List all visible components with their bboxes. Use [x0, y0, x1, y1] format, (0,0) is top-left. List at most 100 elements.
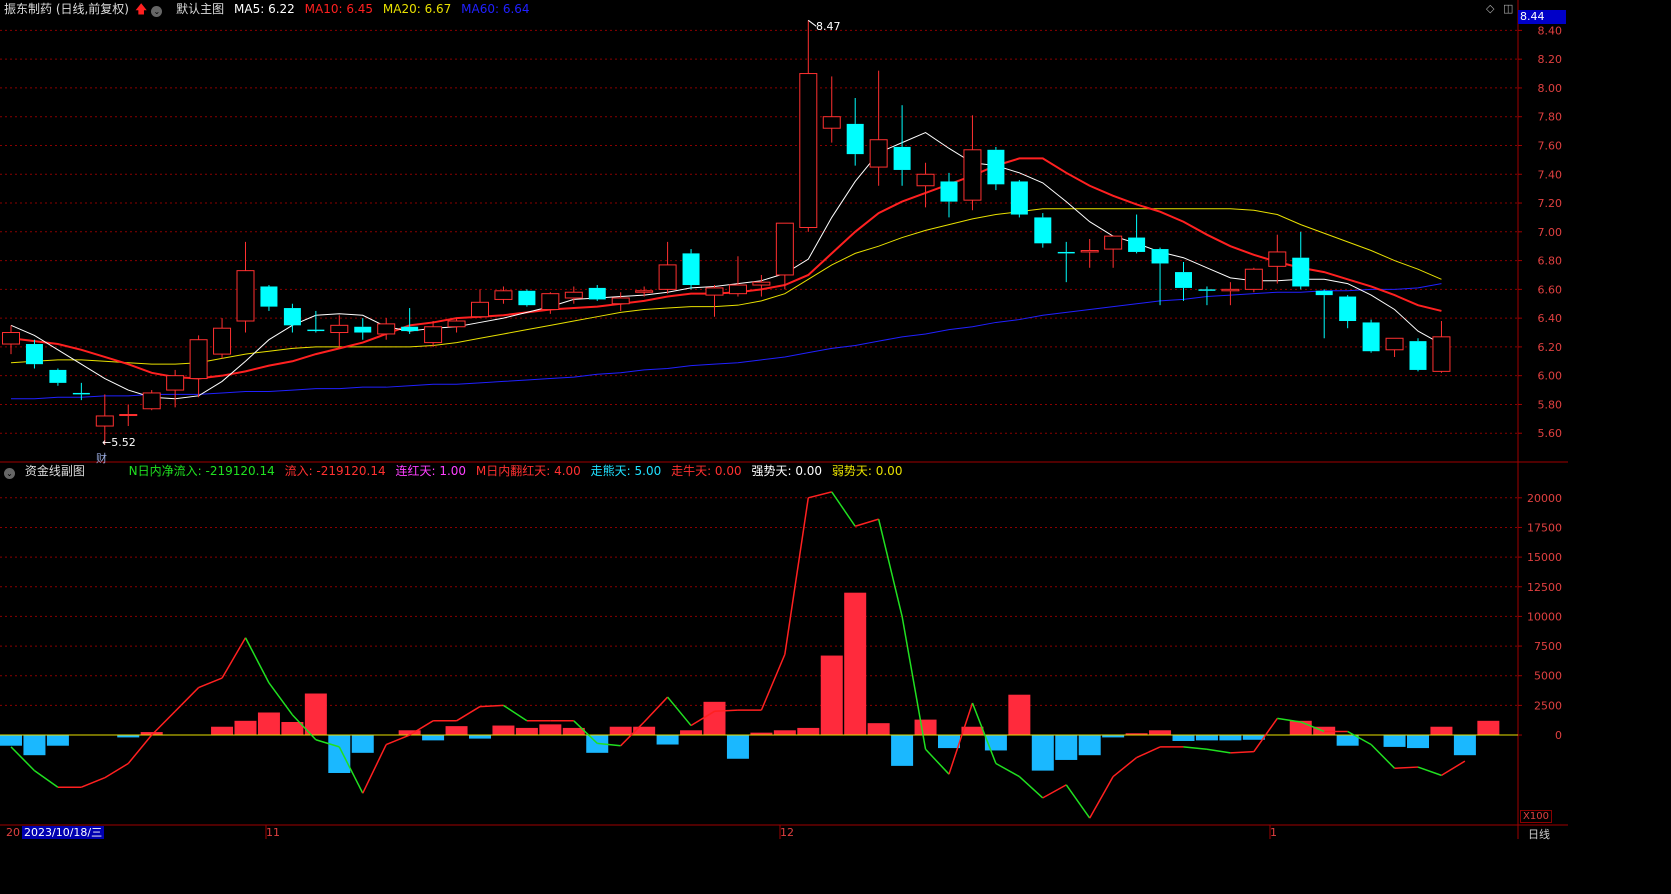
candle-body-up — [1432, 336, 1451, 372]
candle-body-up — [494, 290, 513, 300]
candle-body-up — [236, 270, 255, 322]
y-tick-label: 12500 — [1527, 581, 1562, 594]
candle-body-down — [1128, 237, 1146, 252]
outflow-bar — [351, 735, 374, 753]
y-tick-label: 15000 — [1527, 551, 1562, 564]
candle-body-down — [260, 286, 278, 307]
y-tick-label: 7.60 — [1538, 139, 1563, 152]
main-chart-label[interactable]: 默认主图 — [176, 2, 224, 16]
candle-body-down — [1198, 289, 1216, 291]
flow-line-segment — [760, 654, 786, 711]
flow-line-segment — [127, 734, 153, 764]
inflow-bar — [914, 719, 937, 736]
inflow-bar — [234, 720, 257, 736]
candle-body-down — [72, 392, 90, 395]
outflow-bar — [1383, 735, 1406, 747]
weak-days-label: 弱势天: 0.00 — [831, 464, 903, 478]
y-tick-label: 5000 — [1534, 670, 1562, 683]
outflow-bar — [1172, 735, 1195, 741]
candle-body-down — [1362, 322, 1380, 352]
bear-days-label: 走熊天: 5.00 — [590, 464, 662, 478]
candle-body-up — [377, 323, 396, 335]
outflow-bar — [0, 735, 22, 746]
y-tick-label: 8.40 — [1538, 24, 1563, 37]
period-label[interactable]: 日线 — [1528, 826, 1550, 842]
turn-red-days-label: M日内翻红天: 4.00 — [475, 464, 581, 478]
y-tick-label: 2500 — [1534, 699, 1562, 712]
flow-line-segment — [81, 777, 106, 788]
outflow-bar — [1219, 735, 1242, 741]
outflow-bar — [469, 735, 491, 739]
red-days-label: 连红天: 1.00 — [395, 464, 467, 478]
outflow-bar — [1195, 735, 1218, 741]
inflow-bar — [492, 725, 515, 736]
flow-line-segment — [1136, 746, 1161, 759]
inflow-bar — [1289, 720, 1312, 736]
flow-line-segment — [174, 687, 200, 712]
y-tick-label: 7.20 — [1538, 197, 1563, 210]
flow-line-segment — [409, 720, 434, 736]
outflow-bar — [1407, 735, 1429, 749]
candle-body-up — [2, 332, 20, 345]
candle-body-down — [588, 287, 606, 300]
flow-line-segment — [1277, 717, 1301, 723]
candle-body-down — [307, 329, 325, 332]
ma60-label: MA60: 6.64 — [461, 2, 530, 16]
outflow-bar — [656, 735, 679, 745]
inflow-bar — [1149, 730, 1172, 736]
dropdown-circle-icon[interactable]: ⌄ — [151, 6, 163, 17]
inflow-bar — [773, 730, 796, 736]
flow-line-segment — [1065, 784, 1091, 819]
flow-line-segment — [901, 616, 927, 750]
y-tick-label: 17500 — [1527, 521, 1562, 534]
candle-body-up — [822, 116, 841, 129]
current-price-tag: 8.44 — [1518, 10, 1566, 24]
y-tick-label: 5.60 — [1538, 427, 1563, 440]
y-tick-label: 5.80 — [1538, 398, 1563, 411]
flow-line-segment — [456, 705, 481, 722]
candle-body-up — [564, 291, 583, 299]
flow-line-segment — [1018, 775, 1044, 799]
candle-body-down — [49, 369, 67, 383]
candle-body-up — [916, 173, 935, 187]
outflow-bar — [1055, 735, 1078, 760]
inflow-bar — [680, 730, 703, 736]
flow-line-segment — [1183, 746, 1208, 751]
y-tick-label: 8.20 — [1538, 53, 1563, 66]
y-tick-label: 7.80 — [1538, 111, 1563, 124]
inflow-bar — [1477, 720, 1500, 736]
flow-line-segment — [1112, 756, 1138, 778]
sub-chart-header: ⌄ 资金线副图 N日内净流入: -219120.14 流入: -219120.1… — [4, 463, 908, 479]
candle-body-up — [541, 293, 560, 310]
financial-report-marker[interactable]: 财 — [96, 450, 107, 466]
candle-body-up — [705, 287, 724, 296]
dropdown-circle-icon[interactable]: ⌄ — [4, 468, 15, 479]
candle-body-down — [1339, 296, 1357, 322]
outflow-bar — [938, 735, 960, 749]
candle-body-down — [1409, 341, 1427, 370]
outflow-bar — [1031, 735, 1054, 771]
flow-line-segment — [1417, 766, 1442, 777]
diamond-icon[interactable]: ◇ — [1486, 2, 1494, 15]
candle-body-down — [987, 149, 1005, 185]
candle-body-down — [518, 290, 536, 306]
y-tick-label: 6.20 — [1538, 341, 1563, 354]
x-label-jan: 1 — [1270, 826, 1277, 839]
stock-title[interactable]: 振东制药 (日线,前复权) — [4, 2, 129, 16]
candle-body-up — [611, 297, 630, 305]
outflow-bar — [1078, 735, 1101, 756]
candle-body-up — [775, 222, 794, 276]
bull-days-label: 走牛天: 0.00 — [671, 464, 742, 478]
inflow-bar — [633, 726, 656, 736]
flow-line-segment — [1089, 776, 1114, 819]
candle-body-up — [166, 375, 185, 391]
window-icon[interactable]: ◫ — [1503, 2, 1513, 15]
flow-line-segment — [198, 677, 223, 689]
cursor-date-box: 2023/10/18/三 — [22, 826, 105, 839]
candle-body-up — [728, 284, 747, 295]
inflow-bar — [445, 726, 468, 736]
y-tick-label: 6.40 — [1538, 312, 1563, 325]
y-tick-label: 6.00 — [1538, 370, 1563, 383]
candle-body-down — [1010, 181, 1028, 215]
sub-chart-title[interactable]: 资金线副图 — [25, 464, 85, 478]
